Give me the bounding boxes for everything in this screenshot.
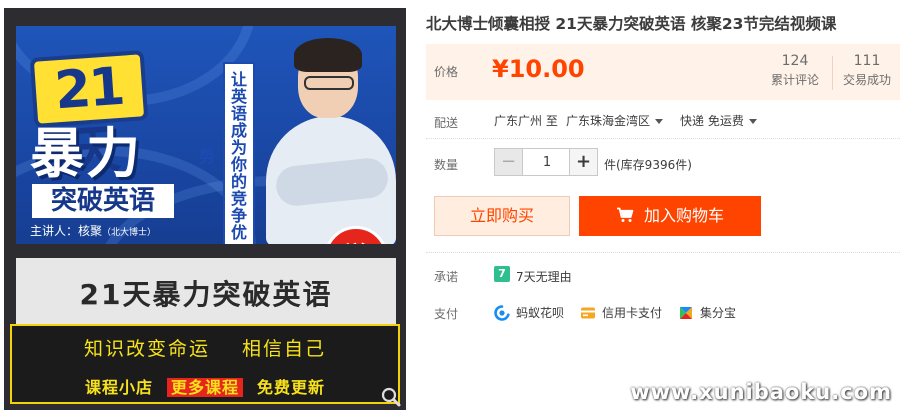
product-title: 北大博士倾囊相授 21天暴力突破英语 核聚23节完结视频课 <box>426 15 837 33</box>
quantity-input[interactable] <box>523 149 571 175</box>
divider <box>426 252 900 253</box>
delivery-from: 广东广州 至 <box>494 114 558 128</box>
gift-badge-main: 送 <box>345 243 367 244</box>
promo-link-shop: 课程小店 <box>84 378 153 397</box>
product-detail-panel: 北大博士倾囊相授 21天暴力突破英语 核聚23节完结视频课 价格 ¥10.00 … <box>426 0 900 410</box>
lecturer-photo <box>262 38 396 244</box>
payment-jifenbao-label: 集分宝 <box>700 306 737 320</box>
hero-lecturer: 主讲人：核聚（北大博士） <box>30 222 156 239</box>
promo-link-more: 更多课程 <box>166 378 243 397</box>
seven-day-return-icon: 7 <box>494 266 510 282</box>
delivery-destination-select[interactable]: 广东珠海金湾区 <box>566 112 664 129</box>
hero-big-number: 21天 <box>29 50 149 183</box>
hero-banner: 21天 暴力 突破英语 主讲人：核聚（北大博士） 让英语成为你的竞争优势 送 课… <box>16 26 396 244</box>
delivery-label: 配送 <box>434 116 459 130</box>
stock-text: 件(库存9396件) <box>604 158 692 172</box>
sales-count-stat[interactable]: 111 交易成功 <box>834 52 900 90</box>
hero-lecturer-name: 主讲人：核聚 <box>30 224 103 238</box>
product-main-image[interactable]: 21天 暴力 突破英语 主讲人：核聚（北大博士） 让英语成为你的竞争优势 送 课… <box>4 8 406 410</box>
promo-links: 课程小店 更多课程 免费更新 <box>12 374 398 398</box>
quantity-increase-button[interactable]: + <box>569 149 597 175</box>
divider <box>426 138 900 139</box>
promo-slogan-left: 知识改变命运 <box>83 338 210 360</box>
quantity-stepper: − + <box>494 148 598 176</box>
promo-box: 知识改变命运 相信自己 课程小店 更多课程 免费更新 <box>10 324 400 404</box>
quantity-label: 数量 <box>434 158 459 172</box>
delivery-method-select[interactable]: 快递 免运费 <box>680 112 757 129</box>
product-gallery: 21天 暴力 突破英语 主讲人：核聚（北大博士） 让英语成为你的竞争优势 送 课… <box>0 0 415 410</box>
search-icon[interactable] <box>380 386 402 408</box>
add-to-cart-button[interactable]: 加入购物车 <box>579 196 761 236</box>
price-label: 价格 <box>434 65 459 79</box>
hero-lecturer-note: （北大博士） <box>102 228 157 238</box>
delivery-method: 快递 免运费 <box>680 114 744 128</box>
credit-card-icon <box>581 307 595 318</box>
payment-credit-card-label: 信用卡支付 <box>602 306 663 320</box>
promise-label: 承诺 <box>434 270 459 284</box>
review-count: 124 <box>781 53 809 69</box>
payment-huabei[interactable]: 蚂蚁花呗 <box>494 304 564 321</box>
hero-subtitle: 突破英语 <box>32 184 174 218</box>
delivery-destination: 广东珠海金湾区 <box>566 114 651 128</box>
review-count-label: 累计评论 <box>770 73 819 87</box>
payment-credit-card[interactable]: 信用卡支付 <box>580 304 662 321</box>
stat-divider <box>832 56 833 90</box>
chevron-down-icon <box>655 119 664 124</box>
sales-count-label: 交易成功 <box>842 73 891 87</box>
price-value: ¥10.00 <box>492 55 585 83</box>
watermark: www.xunibaoku.com <box>630 380 892 404</box>
promo-slogan-right: 相信自己 <box>242 338 327 360</box>
hero-title: 暴力 <box>30 122 142 185</box>
jifenbao-icon <box>680 306 692 319</box>
payment-label: 支付 <box>434 307 459 321</box>
add-to-cart-label: 加入购物车 <box>643 206 724 225</box>
buy-now-button[interactable]: 立即购买 <box>434 196 570 236</box>
review-count-stat[interactable]: 124 累计评论 <box>762 52 828 90</box>
chevron-down-icon <box>748 119 757 124</box>
banner-title: 21天暴力突破英语 <box>16 258 396 332</box>
huabei-icon <box>494 304 510 321</box>
promo-slogan: 知识改变命运 相信自己 <box>12 334 398 361</box>
payment-jifenbao[interactable]: 集分宝 <box>678 304 736 321</box>
hero-slogan: 让英语成为你的竞争优势 <box>196 62 255 244</box>
cart-icon <box>616 207 634 222</box>
quantity-decrease-button[interactable]: − <box>495 149 523 175</box>
promo-link-update: 免费更新 <box>257 378 326 397</box>
price-panel: 价格 ¥10.00 124 累计评论 111 交易成功 <box>426 44 900 100</box>
payment-huabei-label: 蚂蚁花呗 <box>516 306 565 320</box>
sales-count: 111 <box>853 53 881 69</box>
promise-text[interactable]: 7天无理由 <box>516 268 572 285</box>
